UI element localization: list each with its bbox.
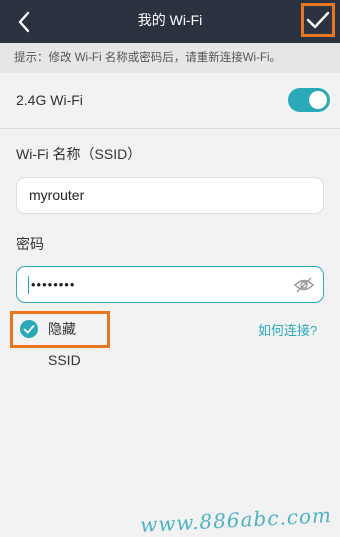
- hint-banner: 提示：修改 Wi-Fi 名称或密码后，请重新连接Wi-Fi。: [0, 43, 340, 73]
- toggle-knob: [309, 91, 327, 109]
- password-value: ••••••••: [31, 277, 76, 292]
- ssid-label: Wi-Fi 名称（SSID）: [16, 146, 142, 162]
- password-label: 密码: [16, 236, 44, 252]
- confirm-button[interactable]: [301, 3, 335, 37]
- hide-ssid-checkbox[interactable]: 隐藏SSID: [10, 311, 110, 368]
- text-caret: [28, 276, 29, 294]
- ssid-value: myrouter: [29, 187, 85, 203]
- password-input[interactable]: ••••••••: [16, 266, 324, 303]
- hide-ssid-label: 隐藏SSID: [48, 321, 81, 368]
- checked-icon: [20, 320, 38, 338]
- page-title: 我的 Wi-Fi: [137, 12, 203, 28]
- watermark-text: www.886abc.com: [139, 502, 333, 537]
- band-toggle[interactable]: [288, 88, 330, 112]
- divider: [0, 128, 340, 129]
- band-label: 2.4G Wi-Fi: [16, 92, 83, 108]
- band-row: 2.4G Wi-Fi: [0, 85, 340, 115]
- how-to-connect-link[interactable]: 如何连接?: [258, 320, 317, 339]
- checkmark-icon: [306, 11, 330, 29]
- eye-hidden-icon[interactable]: [293, 275, 315, 295]
- ssid-input[interactable]: myrouter: [16, 177, 324, 214]
- top-bar: 我的 Wi-Fi: [0, 0, 340, 43]
